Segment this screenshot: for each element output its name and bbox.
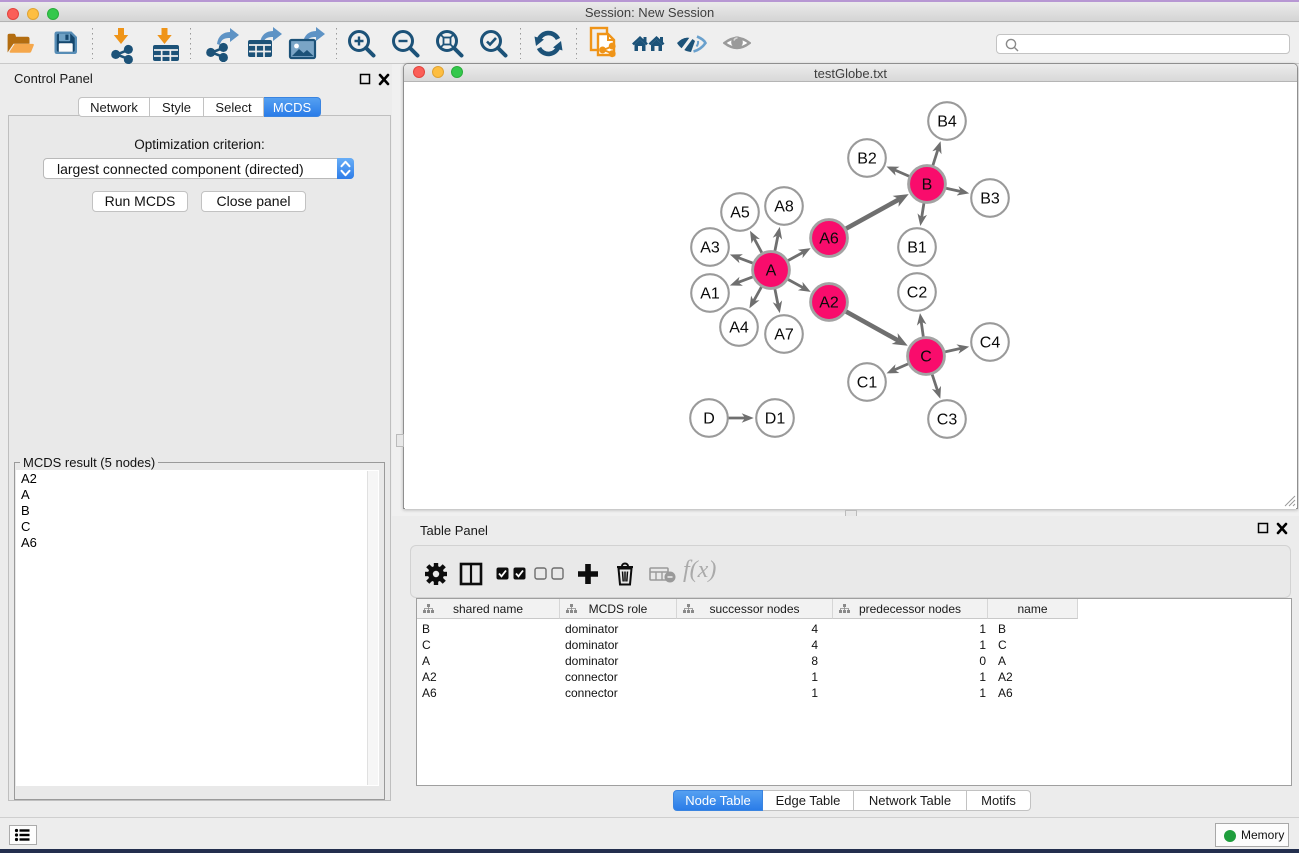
svg-text:A: A <box>766 263 777 280</box>
svg-text:C2: C2 <box>907 285 928 302</box>
svg-text:B1: B1 <box>907 240 927 257</box>
svg-text:A4: A4 <box>729 320 749 337</box>
svg-text:A5: A5 <box>730 205 750 222</box>
svg-text:C1: C1 <box>857 375 878 392</box>
svg-text:B2: B2 <box>857 151 877 168</box>
svg-text:A3: A3 <box>700 240 720 257</box>
svg-text:D: D <box>703 411 715 428</box>
svg-text:B3: B3 <box>980 191 1000 208</box>
svg-text:A7: A7 <box>774 327 794 344</box>
svg-text:B4: B4 <box>937 114 957 131</box>
svg-text:D1: D1 <box>765 411 786 428</box>
svg-text:C: C <box>920 349 932 366</box>
svg-text:B: B <box>922 177 933 194</box>
svg-text:A2: A2 <box>819 295 839 312</box>
svg-text:A1: A1 <box>700 286 720 303</box>
svg-text:A8: A8 <box>774 199 794 216</box>
svg-text:C3: C3 <box>937 412 958 429</box>
svg-text:A6: A6 <box>819 231 839 248</box>
svg-text:C4: C4 <box>980 335 1001 352</box>
